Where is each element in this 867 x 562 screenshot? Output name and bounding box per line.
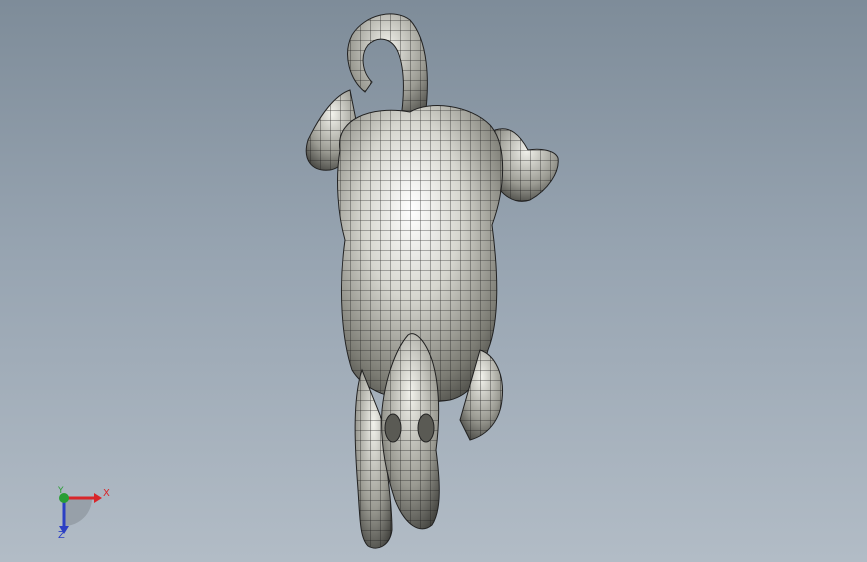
triad-y-label: Y [58, 486, 64, 496]
triad-z-label: Z [58, 530, 65, 541]
orientation-triad[interactable]: X Y Z [40, 480, 120, 550]
triad-x-label: X [103, 488, 110, 499]
3d-model-mesh[interactable] [0, 0, 867, 562]
model-right-rear-leg [494, 128, 559, 202]
graphics-viewport[interactable]: X Y Z [0, 0, 867, 562]
model-tail [347, 13, 428, 126]
